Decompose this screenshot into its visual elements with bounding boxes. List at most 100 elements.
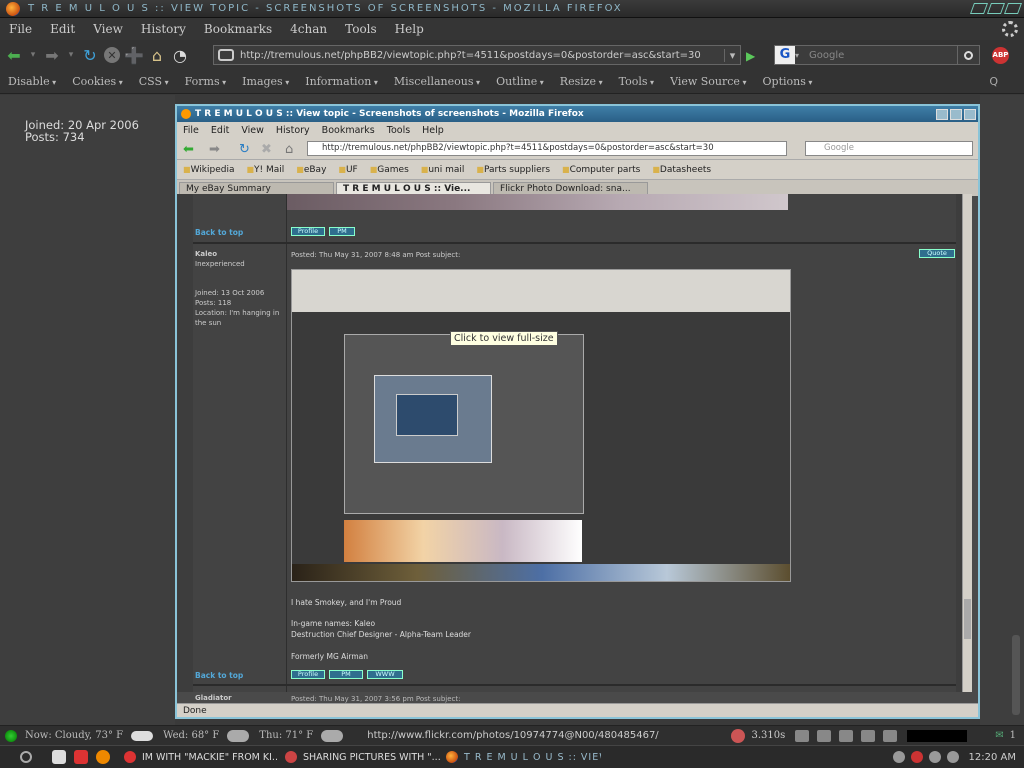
posted-screenshot[interactable]: T R E M U L O U S :: View topic - Screen… bbox=[175, 104, 980, 719]
inner-poster-posts: Posts: 118 bbox=[195, 299, 232, 307]
dev-tools[interactable]: Tools bbox=[611, 75, 662, 88]
weather-now[interactable]: Now: Cloudy, 73° F bbox=[25, 730, 123, 741]
inner-bookmark: Wikipedia bbox=[177, 165, 240, 175]
maximize-button[interactable] bbox=[986, 3, 1006, 14]
inner-poster-joined: Joined: 13 Oct 2006 bbox=[195, 289, 265, 297]
back-button[interactable]: ⬅ bbox=[5, 46, 23, 65]
task-label: IM WITH "MACKIE" FROM KI... bbox=[142, 751, 279, 763]
mail-icon[interactable]: ✉ bbox=[995, 730, 1003, 741]
redacted-block bbox=[907, 729, 968, 742]
inner-window-controls bbox=[936, 108, 976, 120]
inner-status-bar: Done bbox=[177, 703, 978, 717]
adblock-plus-icon[interactable]: ABP bbox=[992, 47, 1009, 64]
search-bar[interactable]: G ▾ Google bbox=[774, 45, 980, 65]
dev-view-source[interactable]: View Source bbox=[662, 75, 754, 88]
task-label: T R E M U L O U S :: VIEW T... bbox=[464, 751, 601, 763]
engine-dropdown-icon[interactable]: ▾ bbox=[795, 51, 805, 60]
inner-back-to-top-link-2: Back to top bbox=[195, 671, 244, 680]
status-bar: Now: Cloudy, 73° F Wed: 68° F Thu: 71° F… bbox=[0, 725, 1024, 745]
search-icon[interactable] bbox=[957, 46, 979, 64]
dev-resize[interactable]: Resize bbox=[552, 75, 611, 88]
cloudy-icon bbox=[131, 730, 154, 741]
inner-post2-header: Posted: Thu May 31, 2007 3:56 pm Post su… bbox=[291, 695, 461, 703]
menu-bar: File Edit View History Bookmarks 4chan T… bbox=[0, 18, 1024, 40]
extension-icon[interactable] bbox=[883, 729, 898, 742]
inner-bookmark: UF bbox=[332, 165, 363, 175]
dev-cookies[interactable]: Cookies bbox=[64, 75, 131, 88]
go-button[interactable]: ▶ bbox=[746, 49, 755, 63]
stop-button[interactable]: ✕ bbox=[104, 47, 120, 63]
inner-firefox-icon bbox=[181, 109, 191, 119]
inner-scrollbar bbox=[962, 194, 972, 692]
menu-help[interactable]: Help bbox=[386, 22, 433, 36]
taskbar: IM WITH "MACKIE" FROM KI... SHARING PICT… bbox=[0, 745, 1024, 768]
timer-icon bbox=[731, 728, 746, 743]
address-dropdown-icon[interactable]: ▾ bbox=[724, 48, 740, 62]
start-button[interactable] bbox=[20, 751, 32, 763]
new-tab-button[interactable]: ➕ bbox=[124, 46, 144, 65]
dev-information[interactable]: Information bbox=[297, 75, 386, 88]
taskbar-task-firefox[interactable]: T R E M U L O U S :: VIEW T... bbox=[446, 747, 601, 768]
dev-css[interactable]: CSS bbox=[131, 75, 177, 88]
minimize-button[interactable] bbox=[969, 3, 989, 14]
taskbar-task-im[interactable]: IM WITH "MACKIE" FROM KI... bbox=[124, 747, 279, 768]
dev-disable[interactable]: Disable bbox=[0, 75, 64, 88]
reload-button[interactable]: ↻ bbox=[81, 46, 99, 65]
menu-edit[interactable]: Edit bbox=[41, 22, 84, 36]
weather-wed[interactable]: Wed: 68° F bbox=[163, 730, 219, 741]
page-left-column: Joined: 20 Apr 2006 Posts: 734 bbox=[0, 95, 175, 725]
dev-q-label[interactable]: Q bbox=[989, 75, 998, 88]
aim-icon[interactable] bbox=[74, 750, 88, 764]
inner-stop-icon: ✖ bbox=[261, 142, 272, 157]
history-icon[interactable]: ◔ bbox=[171, 46, 189, 65]
home-button[interactable]: ⌂ bbox=[148, 46, 166, 65]
inner-forward-icon: ➡ bbox=[209, 142, 220, 157]
volume-icon[interactable] bbox=[946, 751, 959, 763]
navigation-toolbar: ⬅ ▾ ➡ ▾ ↻ ✕ ➕ ⌂ ◔ http://tremulous.net/p… bbox=[0, 40, 1024, 70]
window-title: T R E M U L O U S :: VIEW TOPIC - SCREEN… bbox=[28, 3, 623, 14]
google-engine-icon[interactable]: G bbox=[775, 46, 795, 64]
taskbar-task-sharing[interactable]: SHARING PICTURES WITH "... bbox=[285, 747, 440, 768]
menu-tools[interactable]: Tools bbox=[336, 22, 386, 36]
page-right-column bbox=[980, 95, 1024, 725]
inner-scroll-thumb bbox=[964, 599, 971, 639]
inner-poster2-name: Gladiator bbox=[195, 694, 232, 702]
inner-signature-banner bbox=[287, 194, 788, 210]
poster-posts: Posts: 734 bbox=[25, 130, 85, 144]
edit-icon[interactable] bbox=[817, 729, 832, 742]
menu-view[interactable]: View bbox=[84, 22, 132, 36]
menu-file[interactable]: File bbox=[0, 22, 41, 36]
inner-signature-line-2: In-game names: Kaleo bbox=[291, 619, 376, 628]
forward-dropdown-icon[interactable]: ▾ bbox=[66, 46, 76, 64]
inner-back-to-top-link: Back to top bbox=[195, 228, 244, 237]
firefox-status-icon[interactable] bbox=[861, 729, 876, 742]
inner-post-separator bbox=[193, 242, 956, 244]
page-info-icon[interactable] bbox=[795, 729, 810, 742]
page-scrollbar[interactable] bbox=[1012, 635, 1020, 715]
dev-outline[interactable]: Outline bbox=[488, 75, 552, 88]
firefox-launch-icon[interactable] bbox=[96, 750, 110, 764]
tray-icon[interactable] bbox=[892, 751, 905, 763]
forward-button[interactable]: ➡ bbox=[43, 46, 61, 65]
clock[interactable]: 12:20 AM bbox=[969, 752, 1016, 763]
rain-cloud-icon bbox=[227, 729, 250, 742]
dev-miscellaneous[interactable]: Miscellaneous bbox=[386, 75, 488, 88]
menu-4chan[interactable]: 4chan bbox=[281, 22, 336, 36]
back-dropdown-icon[interactable]: ▾ bbox=[28, 46, 38, 64]
dev-options[interactable]: Options bbox=[755, 75, 821, 88]
menu-bookmarks[interactable]: Bookmarks bbox=[195, 22, 281, 36]
address-bar[interactable]: http://tremulous.net/phpBB2/viewtopic.ph… bbox=[213, 45, 741, 65]
tray-icon[interactable] bbox=[928, 751, 941, 763]
dev-images[interactable]: Images bbox=[234, 75, 297, 88]
close-button[interactable] bbox=[1003, 3, 1023, 14]
inner-bookmark: uni mail bbox=[415, 165, 471, 175]
weather-thu[interactable]: Thu: 71° F bbox=[259, 730, 313, 741]
inner-signature-line-1: I hate Smokey, and I'm Proud bbox=[291, 598, 402, 607]
hover-link-url: http://www.flickr.com/photos/10974774@N0… bbox=[367, 730, 659, 741]
gear-icon[interactable] bbox=[839, 729, 854, 742]
shield-icon[interactable] bbox=[910, 751, 923, 763]
dev-forms[interactable]: Forms bbox=[177, 75, 235, 88]
poster-profile: Joined: 20 Apr 2006 Posts: 734 bbox=[0, 95, 175, 143]
desktop-icon[interactable] bbox=[52, 750, 66, 764]
menu-history[interactable]: History bbox=[132, 22, 195, 36]
